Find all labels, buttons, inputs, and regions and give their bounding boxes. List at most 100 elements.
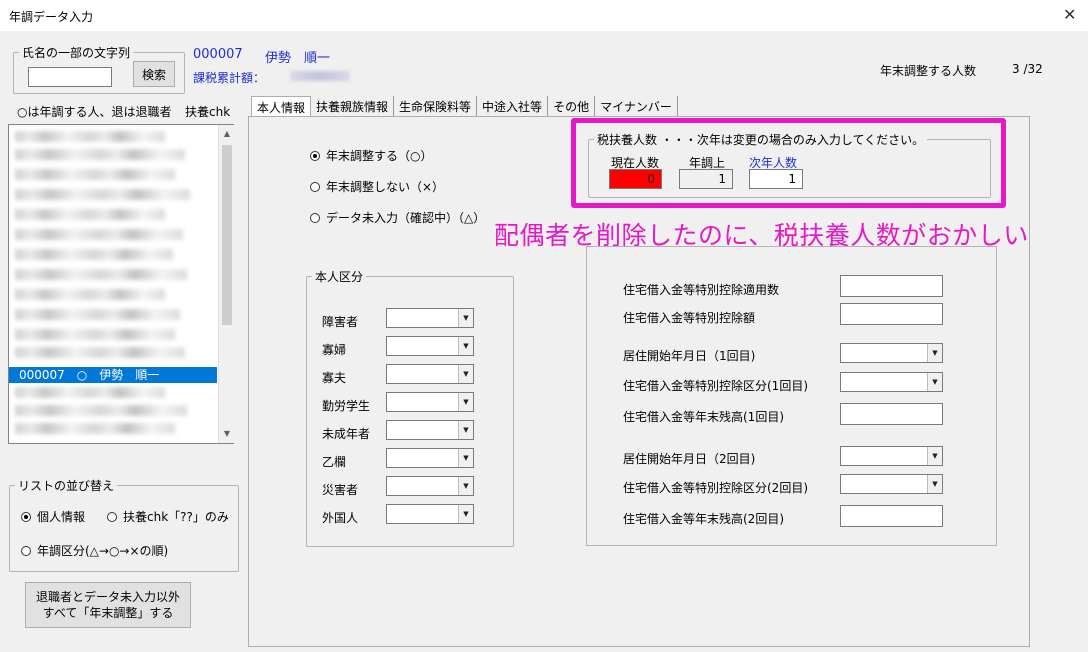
year-end-count: 3 /32 <box>1012 62 1043 76</box>
list-item[interactable] <box>15 423 175 434</box>
scroll-down-icon[interactable]: ▼ <box>221 427 233 441</box>
window-title: 年調データ入力 <box>9 10 94 24</box>
chevron-down-icon[interactable]: ▼ <box>458 393 473 411</box>
label-working-student: 勤労学生 <box>322 399 371 413</box>
year-end-balance-2-input[interactable] <box>840 505 943 527</box>
chevron-down-icon[interactable]: ▼ <box>927 447 942 465</box>
search-button[interactable]: 検索 <box>133 61 175 87</box>
chevron-down-icon[interactable]: ▼ <box>927 475 942 493</box>
residence-start-1-label: 居住開始年月日（1回目) <box>623 349 756 363</box>
list-item[interactable] <box>15 249 173 260</box>
tab-bar: 本人情報 扶養親族情報 生命保険料等 中途入社等 その他 マイナンバー <box>251 96 678 116</box>
foreigner-select[interactable]: ▼ <box>386 504 474 524</box>
list-item[interactable] <box>15 209 165 220</box>
tab-mid-year-hire[interactable]: 中途入社等 <box>477 96 549 116</box>
list-item[interactable] <box>15 347 185 358</box>
list-item[interactable] <box>15 309 180 320</box>
chevron-down-icon[interactable]: ▼ <box>458 505 473 523</box>
working-student-select[interactable]: ▼ <box>386 392 474 412</box>
radio-icon[interactable] <box>310 182 320 192</box>
list-item[interactable] <box>15 229 183 240</box>
housing-count-label: 住宅借入金等特別控除適用数 <box>623 283 780 297</box>
list-item[interactable] <box>15 131 165 142</box>
chevron-down-icon[interactable]: ▼ <box>458 421 473 439</box>
annotation-highlight-box <box>571 118 1006 208</box>
list-scrollbar[interactable]: ▲ ▼ <box>218 125 234 443</box>
list-item[interactable] <box>15 189 190 200</box>
sort-option-dependent-check[interactable]: 扶養chk「??」のみ <box>107 508 229 525</box>
list-item[interactable] <box>15 269 187 280</box>
housing-count-input[interactable] <box>840 275 943 297</box>
radio-icon[interactable] <box>21 546 31 556</box>
selected-list-item[interactable]: 000007 ○ 伊勢 順一 <box>9 367 217 383</box>
employee-code: 000007 <box>193 47 243 62</box>
widow-select[interactable]: ▼ <box>386 336 474 356</box>
scroll-up-icon[interactable]: ▲ <box>221 127 233 141</box>
label-disaster-victim: 災害者 <box>322 483 359 497</box>
radio-icon[interactable] <box>107 512 117 522</box>
personal-category-legend: 本人区分 <box>315 270 364 284</box>
radio-icon[interactable] <box>310 213 320 223</box>
list-header: ○は年調する人、退は退職者 <box>17 105 172 119</box>
label-otsu-column: 乙欄 <box>322 455 347 469</box>
year-end-balance-1-label: 住宅借入金等年末残高(1回目) <box>623 410 784 424</box>
list-item[interactable] <box>15 169 175 180</box>
list-item[interactable] <box>15 405 187 416</box>
chevron-down-icon[interactable]: ▼ <box>458 477 473 495</box>
year-end-option-no[interactable]: 年末調整しない（×） <box>310 178 444 195</box>
chevron-down-icon[interactable]: ▼ <box>927 373 942 391</box>
chevron-down-icon[interactable]: ▼ <box>458 309 473 327</box>
list-item[interactable] <box>15 289 165 300</box>
label-widower: 寡夫 <box>322 371 347 385</box>
widower-select[interactable]: ▼ <box>386 364 474 384</box>
tab-personal-info[interactable]: 本人情報 <box>251 96 312 116</box>
search-legend: 氏名の一部の文字列 <box>22 46 131 60</box>
tab-dependents[interactable]: 扶養親族情報 <box>311 96 395 116</box>
housing-amount-input[interactable] <box>840 303 943 325</box>
housing-amount-label: 住宅借入金等特別控除額 <box>623 311 756 325</box>
tab-life-insurance[interactable]: 生命保険料等 <box>394 96 478 116</box>
deduction-category-1-select[interactable]: ▼ <box>840 372 943 392</box>
deduction-category-2-select[interactable]: ▼ <box>840 474 943 494</box>
employee-list[interactable] <box>8 124 234 444</box>
minor-select[interactable]: ▼ <box>386 420 474 440</box>
tab-my-number[interactable]: マイナンバー <box>595 96 678 116</box>
tax-total-value-redacted <box>290 71 350 81</box>
year-end-balance-1-input[interactable] <box>840 403 943 425</box>
year-end-balance-2-label: 住宅借入金等年末残高(2回目) <box>623 512 784 526</box>
sort-option-personal[interactable]: 個人情報 <box>21 508 85 525</box>
close-icon[interactable]: ✕ <box>1063 5 1076 24</box>
scroll-thumb[interactable] <box>222 145 232 325</box>
employee-name: 伊勢 順一 <box>265 51 331 66</box>
disabled-select[interactable]: ▼ <box>386 308 474 328</box>
label-minor: 未成年者 <box>322 427 371 441</box>
list-item[interactable] <box>15 329 175 340</box>
chevron-down-icon[interactable]: ▼ <box>458 337 473 355</box>
list-header-dependent-check: 扶養chk <box>185 105 231 119</box>
residence-start-1-select[interactable]: ▼ <box>840 343 943 363</box>
otsu-column-select[interactable]: ▼ <box>386 448 474 468</box>
title-bar <box>0 0 1088 31</box>
year-end-option-yes[interactable]: 年末調整する（○） <box>310 147 432 164</box>
chevron-down-icon[interactable]: ▼ <box>458 365 473 383</box>
sort-legend: リストの並び替え <box>18 479 115 493</box>
list-item[interactable] <box>15 149 185 160</box>
radio-icon[interactable] <box>21 512 31 522</box>
set-all-year-end-button[interactable]: 退職者とデータ未入力以外 すべて「年末調整」する <box>25 582 191 628</box>
list-item[interactable] <box>15 387 165 398</box>
deduction-category-1-label: 住宅借入金等特別控除区分(1回目) <box>623 379 808 393</box>
label-disabled: 障害者 <box>322 315 359 329</box>
sort-option-year-end-category[interactable]: 年調区分(△→○→×の順) <box>21 542 168 559</box>
tax-total-label: 課税累計額： <box>193 71 266 85</box>
search-input[interactable] <box>28 67 112 87</box>
disaster-victim-select[interactable]: ▼ <box>386 476 474 496</box>
radio-icon[interactable] <box>310 151 320 161</box>
chevron-down-icon[interactable]: ▼ <box>927 344 942 362</box>
tab-other[interactable]: その他 <box>548 96 596 116</box>
year-end-option-pending[interactable]: データ未入力（確認中）（△） <box>310 209 485 226</box>
residence-start-2-select[interactable]: ▼ <box>840 446 943 466</box>
label-widow: 寡婦 <box>322 343 347 357</box>
year-end-count-label: 年末調整する人数 <box>880 64 977 78</box>
chevron-down-icon[interactable]: ▼ <box>458 449 473 467</box>
label-foreigner: 外国人 <box>322 511 359 525</box>
